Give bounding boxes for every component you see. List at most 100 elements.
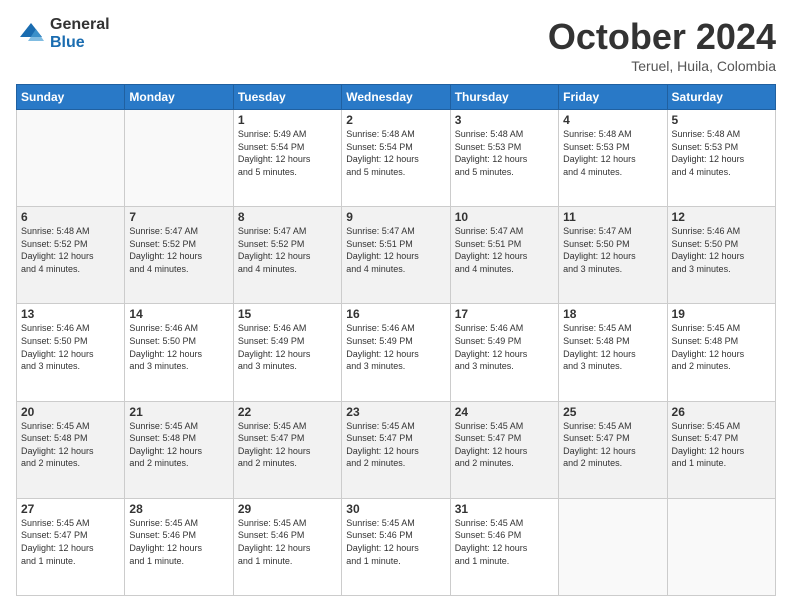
- day-cell: 4 Sunrise: 5:48 AM Sunset: 5:53 PM Daylig…: [559, 110, 667, 207]
- day-info: Sunrise: 5:46 AM Sunset: 5:49 PM Dayligh…: [346, 323, 419, 371]
- day-info: Sunrise: 5:48 AM Sunset: 5:53 PM Dayligh…: [455, 129, 528, 177]
- day-number: 19: [672, 307, 771, 321]
- day-cell: 2 Sunrise: 5:48 AM Sunset: 5:54 PM Daylig…: [342, 110, 450, 207]
- day-cell: 21 Sunrise: 5:45 AM Sunset: 5:48 PM Dayli…: [125, 401, 233, 498]
- day-cell: 23 Sunrise: 5:45 AM Sunset: 5:47 PM Dayli…: [342, 401, 450, 498]
- day-cell: 25 Sunrise: 5:45 AM Sunset: 5:47 PM Dayli…: [559, 401, 667, 498]
- weekday-header-tuesday: Tuesday: [233, 85, 341, 110]
- day-cell: 18Sunrise: 5:45 AM Sunset: 5:48 PM Dayli…: [559, 304, 667, 401]
- day-info: Sunrise: 5:45 AM Sunset: 5:47 PM Dayligh…: [346, 421, 419, 469]
- logo-blue: Blue: [50, 34, 110, 52]
- day-info: Sunrise: 5:48 AM Sunset: 5:53 PM Dayligh…: [563, 129, 636, 177]
- day-number: 27: [21, 502, 120, 516]
- week-row-2: 6Sunrise: 5:48 AM Sunset: 5:52 PM Daylig…: [17, 207, 776, 304]
- location: Teruel, Huila, Colombia: [548, 58, 776, 74]
- day-number: 16: [346, 307, 445, 321]
- day-info: Sunrise: 5:45 AM Sunset: 5:47 PM Dayligh…: [563, 421, 636, 469]
- day-number: 6: [21, 210, 120, 224]
- weekday-header-monday: Monday: [125, 85, 233, 110]
- header: General Blue October 2024 Teruel, Huila,…: [16, 16, 776, 74]
- weekday-header-thursday: Thursday: [450, 85, 558, 110]
- day-cell: [667, 498, 775, 595]
- day-info: Sunrise: 5:47 AM Sunset: 5:50 PM Dayligh…: [563, 226, 636, 274]
- day-number: 21: [129, 405, 228, 419]
- day-cell: 5 Sunrise: 5:48 AM Sunset: 5:53 PM Daylig…: [667, 110, 775, 207]
- day-cell: [125, 110, 233, 207]
- week-row-5: 27 Sunrise: 5:45 AM Sunset: 5:47 PM Dayli…: [17, 498, 776, 595]
- day-cell: 31 Sunrise: 5:45 AM Sunset: 5:46 PM Dayli…: [450, 498, 558, 595]
- day-number: 31: [455, 502, 554, 516]
- page: General Blue October 2024 Teruel, Huila,…: [0, 0, 792, 612]
- day-number: 10: [455, 210, 554, 224]
- day-cell: 15 Sunrise: 5:46 AM Sunset: 5:49 PM Dayli…: [233, 304, 341, 401]
- day-cell: 9 Sunrise: 5:47 AM Sunset: 5:51 PM Daylig…: [342, 207, 450, 304]
- logo-general: General: [50, 16, 110, 34]
- day-cell: 28 Sunrise: 5:45 AM Sunset: 5:46 PM Dayli…: [125, 498, 233, 595]
- day-number: 28: [129, 502, 228, 516]
- day-cell: 7Sunrise: 5:47 AM Sunset: 5:52 PM Daylig…: [125, 207, 233, 304]
- day-cell: 1 Sunrise: 5:49 AM Sunset: 5:54 PM Daylig…: [233, 110, 341, 207]
- weekday-header-friday: Friday: [559, 85, 667, 110]
- day-cell: [559, 498, 667, 595]
- day-info: Sunrise: 5:45 AM Sunset: 5:46 PM Dayligh…: [346, 518, 419, 566]
- day-number: 12: [672, 210, 771, 224]
- weekday-header-wednesday: Wednesday: [342, 85, 450, 110]
- day-info: Sunrise: 5:45 AM Sunset: 5:46 PM Dayligh…: [455, 518, 528, 566]
- day-number: 20: [21, 405, 120, 419]
- day-cell: 3Sunrise: 5:48 AM Sunset: 5:53 PM Daylig…: [450, 110, 558, 207]
- day-cell: 26 Sunrise: 5:45 AM Sunset: 5:47 PM Dayli…: [667, 401, 775, 498]
- day-number: 4: [563, 113, 662, 127]
- day-info: Sunrise: 5:47 AM Sunset: 5:51 PM Dayligh…: [346, 226, 419, 274]
- day-number: 8: [238, 210, 337, 224]
- day-number: 23: [346, 405, 445, 419]
- day-cell: 12Sunrise: 5:46 AM Sunset: 5:50 PM Dayli…: [667, 207, 775, 304]
- day-info: Sunrise: 5:46 AM Sunset: 5:50 PM Dayligh…: [129, 323, 202, 371]
- day-info: Sunrise: 5:45 AM Sunset: 5:47 PM Dayligh…: [21, 518, 94, 566]
- day-info: Sunrise: 5:45 AM Sunset: 5:48 PM Dayligh…: [563, 323, 636, 371]
- week-row-4: 20 Sunrise: 5:45 AM Sunset: 5:48 PM Dayli…: [17, 401, 776, 498]
- day-info: Sunrise: 5:47 AM Sunset: 5:52 PM Dayligh…: [129, 226, 202, 274]
- day-number: 9: [346, 210, 445, 224]
- day-info: Sunrise: 5:46 AM Sunset: 5:50 PM Dayligh…: [21, 323, 94, 371]
- day-number: 15: [238, 307, 337, 321]
- day-cell: 13 Sunrise: 5:46 AM Sunset: 5:50 PM Dayli…: [17, 304, 125, 401]
- weekday-header-sunday: Sunday: [17, 85, 125, 110]
- day-number: 14: [129, 307, 228, 321]
- day-info: Sunrise: 5:45 AM Sunset: 5:47 PM Dayligh…: [455, 421, 528, 469]
- month-title: October 2024: [548, 16, 776, 58]
- day-number: 25: [563, 405, 662, 419]
- day-cell: 17 Sunrise: 5:46 AM Sunset: 5:49 PM Dayli…: [450, 304, 558, 401]
- day-number: 29: [238, 502, 337, 516]
- day-info: Sunrise: 5:45 AM Sunset: 5:47 PM Dayligh…: [672, 421, 745, 469]
- day-info: Sunrise: 5:46 AM Sunset: 5:49 PM Dayligh…: [455, 323, 528, 371]
- day-number: 24: [455, 405, 554, 419]
- day-info: Sunrise: 5:47 AM Sunset: 5:51 PM Dayligh…: [455, 226, 528, 274]
- day-number: 30: [346, 502, 445, 516]
- day-number: 13: [21, 307, 120, 321]
- day-number: 2: [346, 113, 445, 127]
- day-info: Sunrise: 5:45 AM Sunset: 5:48 PM Dayligh…: [21, 421, 94, 469]
- day-number: 5: [672, 113, 771, 127]
- day-cell: 30 Sunrise: 5:45 AM Sunset: 5:46 PM Dayli…: [342, 498, 450, 595]
- day-cell: 11 Sunrise: 5:47 AM Sunset: 5:50 PM Dayli…: [559, 207, 667, 304]
- day-cell: 10 Sunrise: 5:47 AM Sunset: 5:51 PM Dayli…: [450, 207, 558, 304]
- day-info: Sunrise: 5:45 AM Sunset: 5:47 PM Dayligh…: [238, 421, 311, 469]
- day-info: Sunrise: 5:45 AM Sunset: 5:46 PM Dayligh…: [129, 518, 202, 566]
- day-info: Sunrise: 5:48 AM Sunset: 5:54 PM Dayligh…: [346, 129, 419, 177]
- day-info: Sunrise: 5:47 AM Sunset: 5:52 PM Dayligh…: [238, 226, 311, 274]
- day-number: 17: [455, 307, 554, 321]
- day-info: Sunrise: 5:45 AM Sunset: 5:46 PM Dayligh…: [238, 518, 311, 566]
- day-number: 11: [563, 210, 662, 224]
- day-number: 26: [672, 405, 771, 419]
- day-info: Sunrise: 5:48 AM Sunset: 5:53 PM Dayligh…: [672, 129, 745, 177]
- day-info: Sunrise: 5:45 AM Sunset: 5:48 PM Dayligh…: [672, 323, 745, 371]
- day-number: 22: [238, 405, 337, 419]
- calendar-table: SundayMondayTuesdayWednesdayThursdayFrid…: [16, 84, 776, 596]
- day-info: Sunrise: 5:45 AM Sunset: 5:48 PM Dayligh…: [129, 421, 202, 469]
- day-number: 1: [238, 113, 337, 127]
- day-info: Sunrise: 5:49 AM Sunset: 5:54 PM Dayligh…: [238, 129, 311, 177]
- day-cell: 14 Sunrise: 5:46 AM Sunset: 5:50 PM Dayli…: [125, 304, 233, 401]
- day-cell: 24 Sunrise: 5:45 AM Sunset: 5:47 PM Dayli…: [450, 401, 558, 498]
- logo: General Blue: [16, 16, 110, 51]
- day-info: Sunrise: 5:46 AM Sunset: 5:49 PM Dayligh…: [238, 323, 311, 371]
